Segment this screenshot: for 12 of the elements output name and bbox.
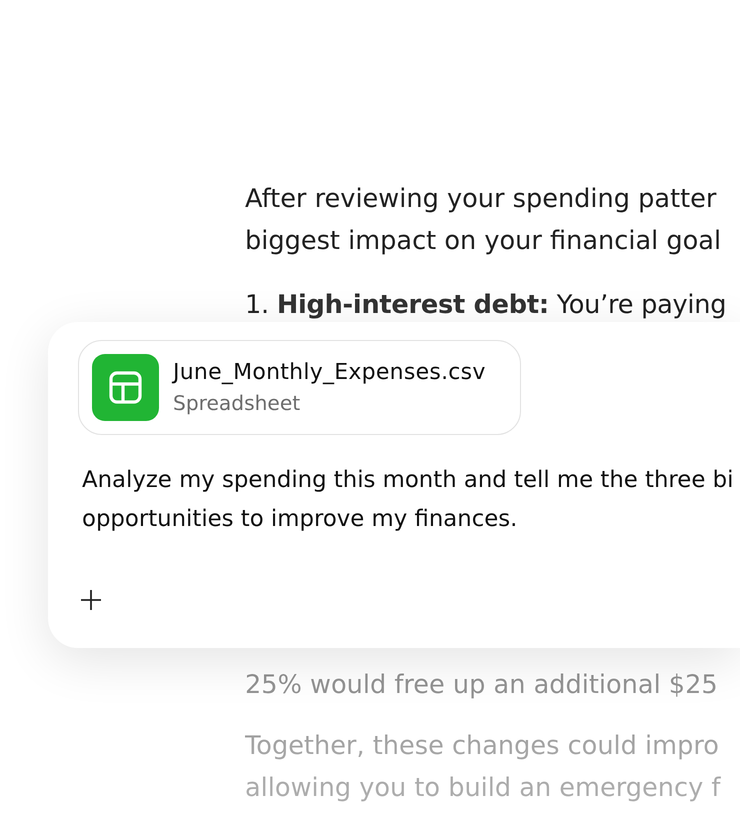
response-text: After reviewing your spending patter <box>245 183 716 216</box>
response-text: 25% would free up an additional $25 <box>245 669 718 702</box>
file-name: June_Monthly_Expenses.csv <box>173 358 486 386</box>
response-text: allowing you to build an emergency f <box>245 772 720 805</box>
message-input[interactable]: Analyze my spending this month and tell me the three bi opportunities to improve my finances. <box>82 461 734 539</box>
file-type: Spreadsheet <box>173 390 302 416</box>
list-item-text: 1. High-interest debt: You’re paying <box>245 289 726 322</box>
response-text: Together, these changes could impro <box>245 730 719 763</box>
table-icon <box>92 354 159 421</box>
file-attachment[interactable]: June_Monthly_Expenses.csv Spreadsheet <box>78 340 521 435</box>
response-text: biggest impact on your financial goal <box>245 225 722 258</box>
plus-icon[interactable] <box>81 590 101 610</box>
